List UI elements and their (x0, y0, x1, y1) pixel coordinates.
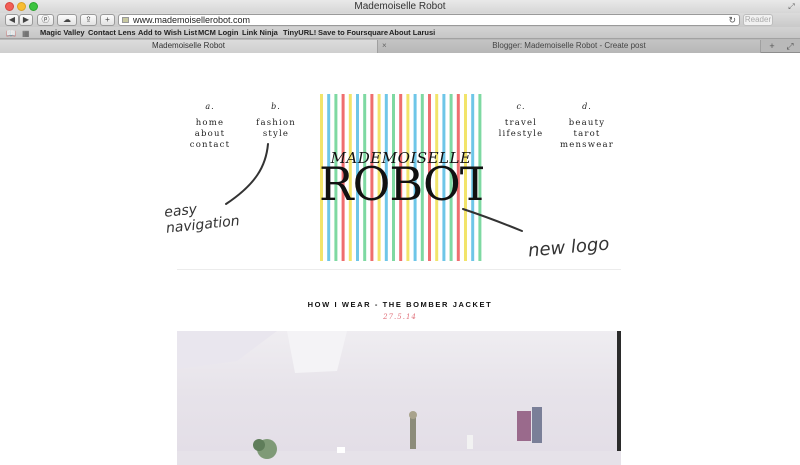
new-tab-plus-icon[interactable]: + (764, 40, 780, 52)
nav-column-c: c. travel lifestyle (496, 102, 546, 140)
share-icon: ⇪ (85, 15, 92, 24)
post-date: 27.5.14 (383, 313, 417, 321)
window-title: Mademoiselle Robot (354, 1, 446, 12)
tab-label: Blogger: Mademoiselle Robot - Create pos… (492, 41, 646, 50)
small-vase (467, 435, 473, 449)
nav-letter: d. (582, 102, 592, 111)
figurine-head (409, 411, 417, 419)
url-text: www.mademoisellerobot.com (133, 15, 251, 25)
nav-link-tarot[interactable]: tarot (560, 129, 614, 140)
bookmark-save-to-foursquare[interactable]: Save to Foursquare (318, 27, 388, 38)
header-divider (177, 269, 621, 270)
bookmarks-bar: 📖 ▦ Magic Valley Contact Lens Add to Wis… (0, 27, 800, 38)
bookmark-mcm-login[interactable]: MCM Login (198, 27, 238, 38)
nav-link-beauty[interactable]: beauty (560, 118, 614, 129)
nav-link-style[interactable]: style (254, 129, 298, 140)
small-item (337, 447, 345, 453)
new-tab-button[interactable]: + (100, 14, 115, 26)
pinterest-button[interactable]: ⓟ (37, 14, 54, 26)
cloud-icon: ☁ (63, 15, 71, 24)
reload-icon[interactable]: ↻ (728, 15, 736, 25)
favicon-icon (122, 17, 129, 23)
photo-scene (177, 331, 621, 465)
post-title[interactable]: HOW I WEAR - THE BOMBER JACKET (0, 300, 800, 309)
logo-text-bottom: ROBOT (319, 157, 483, 211)
nav-letter: b. (271, 102, 281, 111)
figurine (410, 417, 416, 449)
fullscreen-icon[interactable]: ⤢ (787, 2, 796, 11)
tab-overview-icon[interactable]: ⤢ (782, 40, 798, 52)
nav-link-travel[interactable]: travel (496, 118, 546, 129)
bookmark-tinyurl[interactable]: TinyURL! (283, 27, 316, 38)
nav-letter: a. (205, 102, 215, 111)
pinterest-icon: ⓟ (41, 15, 50, 24)
back-button[interactable]: ◀ (5, 14, 19, 26)
nav-letter: c. (516, 102, 526, 111)
forward-button[interactable]: ▶ (19, 14, 33, 26)
icloud-button[interactable]: ☁ (57, 14, 77, 26)
forward-arrow-icon: ▶ (22, 15, 30, 24)
nav-link-menswear[interactable]: menswear (560, 140, 614, 151)
annotation-new-logo: new logo (527, 233, 611, 262)
bookmark-add-to-wish-list[interactable]: Add to Wish List (138, 27, 197, 38)
site-logo[interactable]: MADEMOISELLE ROBOT (319, 94, 483, 261)
annotation-line-nav (225, 143, 269, 205)
plant-leaves (253, 439, 265, 451)
bookmark-contact-lens[interactable]: Contact Lens (88, 27, 136, 38)
bookmark-magic-valley[interactable]: Magic Valley (40, 27, 85, 38)
nav-column-d: d. beauty tarot menswear (560, 102, 614, 151)
annotation-easy-navigation: easy navigation (164, 197, 241, 237)
tab-blogger-create-post[interactable]: × Blogger: Mademoiselle Robot - Create p… (378, 40, 761, 53)
zoom-window-button[interactable] (29, 2, 38, 11)
picture-frame (517, 411, 531, 441)
nav-link-home[interactable]: home (188, 118, 232, 129)
tab-label: Mademoiselle Robot (152, 41, 225, 50)
window-titlebar: Mademoiselle Robot ⤢ (0, 0, 800, 13)
post-photo[interactable] (177, 331, 621, 465)
back-arrow-icon: ◀ (8, 15, 16, 24)
ceiling-beam (287, 331, 347, 373)
door-frame (617, 331, 621, 465)
nav-link-lifestyle[interactable]: lifestyle (496, 129, 546, 140)
tab-bar: Mademoiselle Robot × Blogger: Mademoisel… (0, 38, 800, 53)
shelf (177, 451, 621, 465)
nav-column-b: b. fashion style (254, 102, 298, 140)
nav-link-about[interactable]: about (188, 129, 232, 140)
close-tab-icon[interactable]: × (382, 40, 387, 52)
reader-button[interactable]: Reader (743, 14, 773, 26)
nav-link-fashion[interactable]: fashion (254, 118, 298, 129)
bookmark-about-larusi[interactable]: About Larusi (389, 27, 435, 38)
bookmark-link-ninja[interactable]: Link Ninja (242, 27, 278, 38)
nav-column-a: a. home about contact (188, 102, 232, 151)
tab-mademoiselle-robot[interactable]: Mademoiselle Robot (0, 40, 378, 53)
nav-link-contact[interactable]: contact (188, 140, 232, 151)
web-page: a. home about contact b. fashion style c… (0, 54, 800, 465)
browser-toolbar: ◀ ▶ ⓟ ☁ ⇪ + www.mademoisellerobot.com ↻ … (0, 13, 800, 27)
plus-icon: + (105, 15, 110, 24)
object-stack (532, 407, 542, 443)
address-bar[interactable]: www.mademoisellerobot.com ↻ (118, 14, 740, 26)
share-button[interactable]: ⇪ (80, 14, 97, 26)
minimize-window-button[interactable] (17, 2, 26, 11)
close-window-button[interactable] (5, 2, 14, 11)
wall-shadow (177, 331, 277, 369)
